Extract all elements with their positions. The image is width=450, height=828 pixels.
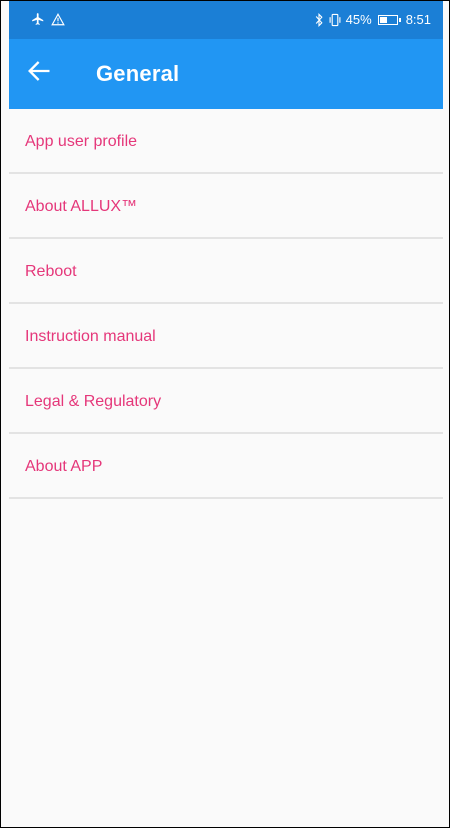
battery-percent: 45% [345,12,372,27]
menu-item-app-user-profile[interactable]: App user profile [9,109,443,174]
status-left-icons [31,12,65,26]
menu-item-label: Reboot [25,263,77,280]
arrow-left-icon[interactable] [25,57,53,85]
app-screen: 45% 8:51 General App user profile About … [0,0,450,828]
page-title: General [96,61,180,86]
menu-item-label: Legal & Regulatory [25,393,162,410]
menu-item-legal-regulatory[interactable]: Legal & Regulatory [9,369,443,434]
menu-item-label: Instruction manual [25,328,156,345]
vibrate-icon [329,13,341,26]
warning-icon [51,12,65,25]
menu-item-label: About APP [25,458,103,475]
app-bar: General [9,39,443,109]
menu-item-reboot[interactable]: Reboot [9,239,443,304]
status-right-icons: 45% 8:51 [314,12,431,27]
menu-item-instruction-manual[interactable]: Instruction manual [9,304,443,369]
menu-item-label: App user profile [25,133,138,150]
battery-icon [377,14,401,25]
bluetooth-icon [315,12,323,27]
airplane-icon [32,13,44,25]
clock: 8:51 [405,12,431,27]
battery-level [379,16,387,23]
status-bar: 45% 8:51 [9,1,443,39]
menu-item-label: About ALLUX™ [25,198,138,215]
menu-item-about-allux[interactable]: About ALLUX™ [9,174,443,239]
settings-menu: App user profile About ALLUX™ Reboot Ins… [9,109,443,499]
menu-item-about-app[interactable]: About APP [9,434,443,499]
